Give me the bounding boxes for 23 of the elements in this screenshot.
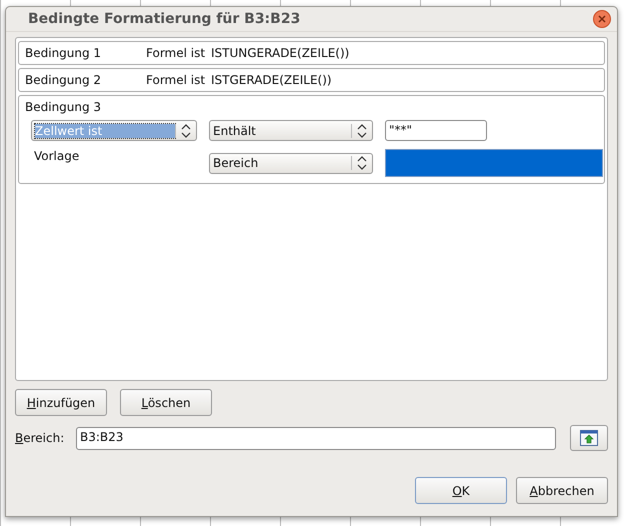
- condition-label: Bedingung 1: [25, 46, 102, 60]
- condition-label: Bedingung 3: [25, 100, 102, 114]
- dialog-button[interactable]: Abbrechen: [516, 477, 608, 504]
- operator-dropdown[interactable]: Enthält: [209, 120, 373, 141]
- value-field[interactable]: "**": [385, 120, 487, 141]
- condition-row[interactable]: Bedingung 2 Formel ist ISTGERADE(ZEILE()): [18, 68, 605, 92]
- condition-formula: ISTUNGERADE(ZEILE()): [211, 46, 350, 60]
- range-label: Bereich:: [15, 431, 66, 445]
- style-dropdown[interactable]: Bereich: [209, 152, 373, 174]
- condition-row[interactable]: Bedingung 1 Formel ist ISTUNGERADE(ZEILE()): [18, 41, 605, 65]
- shrink-button[interactable]: [570, 425, 608, 451]
- range-field[interactable]: B3:B23: [76, 426, 556, 450]
- condition-formula: ISTGERADE(ZEILE()): [211, 73, 332, 87]
- close-button[interactable]: [593, 10, 611, 28]
- condition-type: Formel ist: [146, 73, 206, 87]
- close-icon: [597, 14, 607, 24]
- window-title: Bedingte Formatierung für B3:B23: [28, 11, 300, 27]
- action-button[interactable]: Löschen: [120, 389, 212, 416]
- condition-label: Bedingung 2: [25, 73, 102, 87]
- dialog-button[interactable]: OK: [415, 477, 507, 504]
- action-button[interactable]: Hinzufügen: [15, 389, 107, 416]
- condition-type: Formel ist: [146, 46, 206, 60]
- style-label: Vorlage: [33, 149, 80, 163]
